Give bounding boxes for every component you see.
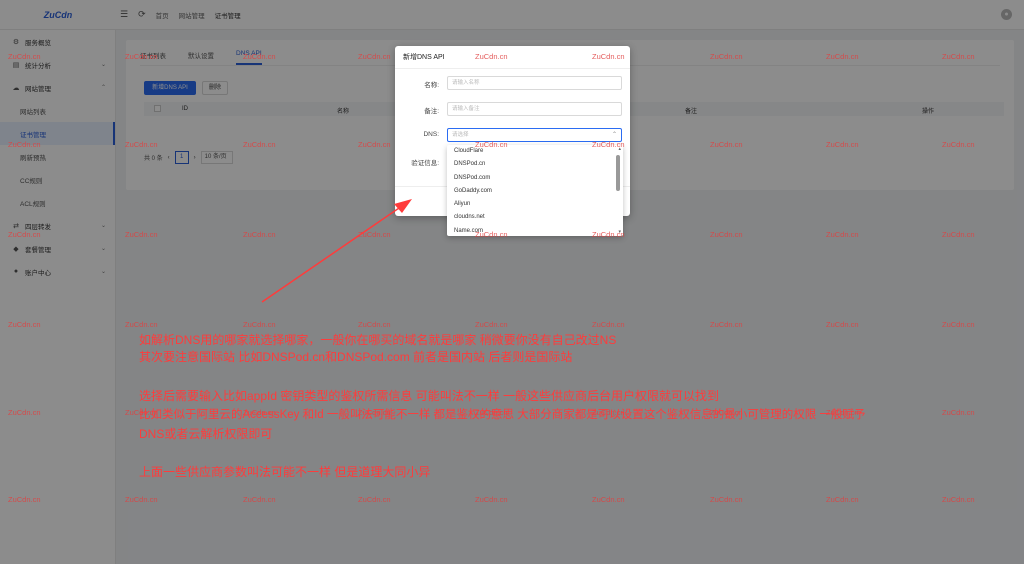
- annotation-line-6: 上面一些供应商参数叫法可能不一样 但是道理大同小异: [139, 465, 431, 479]
- annotation-line-2: 其次要注意国际站 比如DNSPod.cn和DNSPod.com 前者是国内站 后…: [139, 350, 573, 364]
- annotation-line-4: 比如类似于阿里云的AccessKey 和Id 一般叫法可能不一样 都是鉴权的意思…: [139, 409, 866, 421]
- annotation-line-1: 如解析DNS用的哪家就选择哪家，一般你在哪买的域名就是哪家 稍微要你没有自己改过…: [139, 333, 617, 347]
- annotation-line-3: 选择后需要输入比如appId 密钥类型的鉴权所需信息 可能叫法不一样 一般这些供…: [139, 389, 720, 403]
- annotation-line-5: DNS或者云解析权限即可: [139, 427, 273, 441]
